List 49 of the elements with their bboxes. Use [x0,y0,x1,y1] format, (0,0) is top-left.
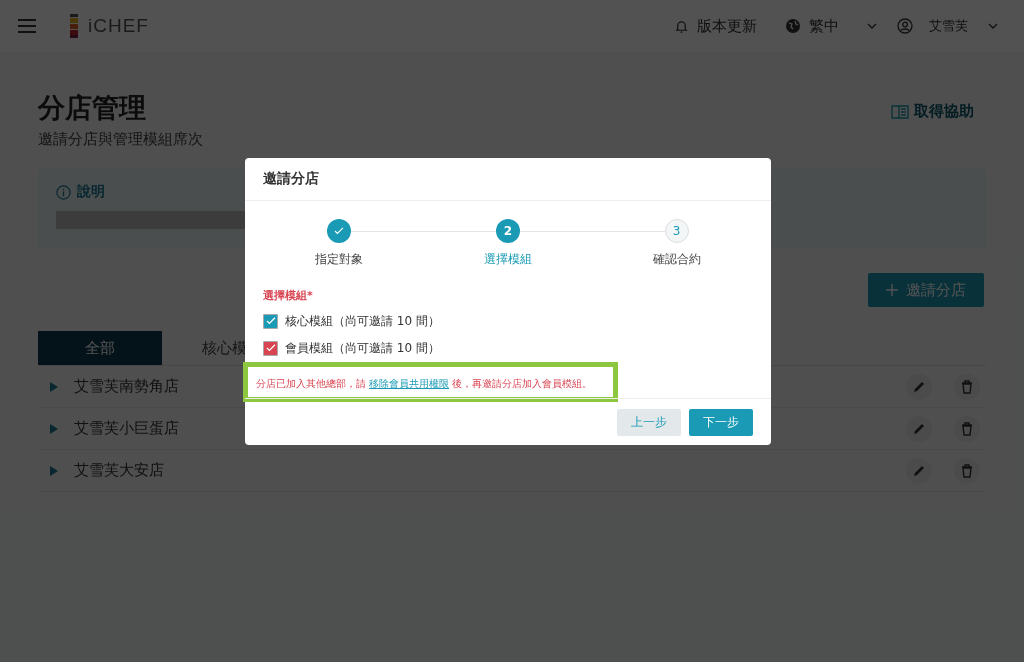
edit-button[interactable] [906,457,932,484]
checkbox[interactable] [263,340,278,356]
delete-button[interactable] [954,415,980,442]
step-number: 2 [496,219,520,243]
trash-icon [960,463,974,478]
plus-icon [886,284,898,296]
back-button[interactable]: 上一步 [617,408,681,436]
logo-icon [70,14,78,38]
info-title: 說明 [77,183,105,201]
tab[interactable]: 全部 [38,331,162,365]
trash-icon [960,379,974,394]
checkbox-label: 會員模組（尚可邀請 10 間） [285,339,440,357]
pencil-icon [912,421,926,436]
bell-icon [674,18,689,34]
pencil-icon [912,463,926,478]
edit-button[interactable] [906,373,932,400]
step-number: 3 [664,219,689,243]
checkbox-label: 核心模組（尚可邀請 10 間） [285,312,440,330]
checkbox[interactable] [263,313,278,329]
trash-icon [960,421,974,436]
remove-permission-link[interactable]: 移除會員共用權限 [369,378,450,389]
book-icon [891,104,909,119]
invite-button[interactable]: 邀請分店 [868,273,984,307]
step-complete-icon [327,219,352,243]
step-label: 確認合約 [652,251,701,268]
menu-icon[interactable] [18,19,36,33]
page-title: 分店管理 [38,91,147,125]
delete-button[interactable] [954,373,980,400]
expand-icon[interactable] [50,465,58,476]
error-message: 分店已加入其他總部，請 移除會員共用權限 後，再邀請分店加入會員模組。 [256,378,593,389]
step-label: 選擇模組 [484,251,532,268]
update-link[interactable]: 版本更新 [697,16,757,36]
language-selector[interactable]: 繁中 [809,16,839,36]
field-label: 選擇模組* [263,288,314,303]
user-menu[interactable]: 艾雪芙 [929,17,968,35]
pencil-icon [912,379,926,394]
delete-button[interactable] [954,457,980,484]
info-icon [56,184,71,200]
dialog-title: 邀請分店 [245,158,771,201]
expand-icon[interactable] [50,381,58,392]
edit-button[interactable] [906,415,932,442]
step-label: 指定對象 [315,251,364,268]
expand-icon[interactable] [50,423,58,434]
chevron-down-icon [988,23,998,29]
user-icon [897,18,913,34]
globe-icon [785,18,801,34]
next-button[interactable]: 下一步 [689,408,753,436]
chevron-down-icon [867,23,877,29]
help-link[interactable]: 取得協助 [914,102,974,121]
